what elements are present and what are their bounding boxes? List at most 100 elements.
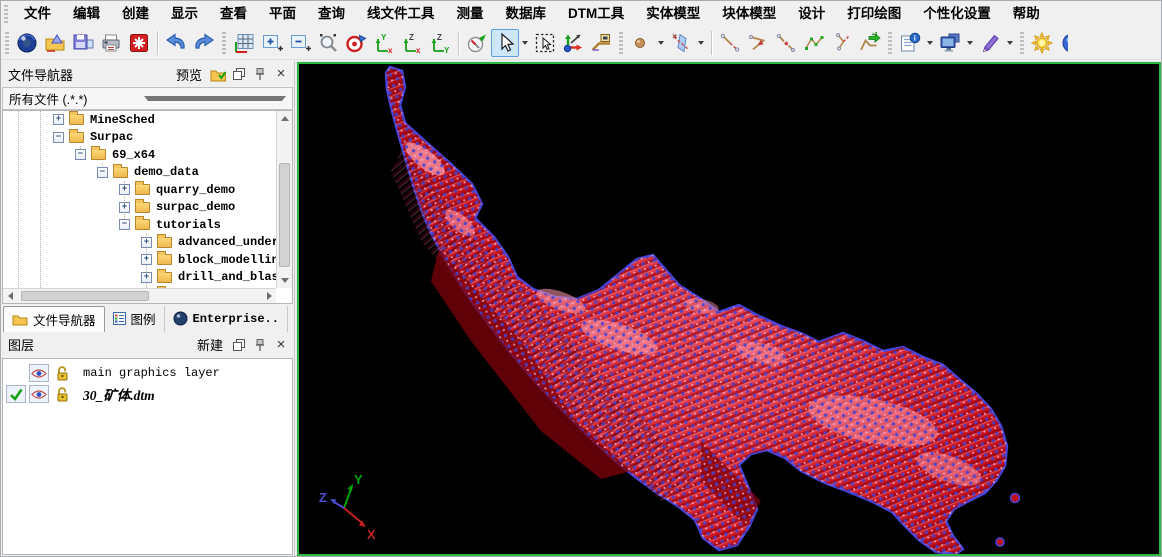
- axes-xy-icon[interactable]: Yx: [370, 29, 398, 57]
- toolbar-grip[interactable]: [1020, 32, 1024, 54]
- menu-design[interactable]: 设计: [787, 1, 836, 27]
- lighting-icon[interactable]: [1028, 29, 1056, 57]
- menu-block-model[interactable]: 块体模型: [711, 1, 787, 27]
- axes-zy-icon[interactable]: ZY: [426, 29, 454, 57]
- preview-folder-icon[interactable]: [209, 65, 227, 83]
- section-plane-dropdown-icon[interactable]: [698, 41, 704, 45]
- tree-item-advanced-underground[interactable]: advanced_underg: [3, 234, 292, 252]
- toolbar-grip[interactable]: [5, 32, 9, 54]
- string-points-icon[interactable]: [800, 29, 828, 57]
- tree-vertical-scrollbar[interactable]: [276, 111, 292, 288]
- expand-plus-icon[interactable]: [141, 254, 152, 265]
- tree-horizontal-scrollbar[interactable]: [3, 288, 276, 303]
- menu-create[interactable]: 创建: [111, 1, 160, 27]
- axes-zx-icon[interactable]: Zx: [398, 29, 426, 57]
- pin-panel-icon[interactable]: [251, 65, 269, 83]
- properties-icon[interactable]: i: [896, 29, 924, 57]
- rotate-view-icon[interactable]: [342, 29, 370, 57]
- redo-icon[interactable]: [190, 29, 218, 57]
- collapse-minus-icon[interactable]: [53, 132, 64, 143]
- scroll-down-icon[interactable]: [277, 274, 293, 288]
- dtm-model[interactable]: [386, 67, 1020, 554]
- tree-item-surpac[interactable]: Surpac: [3, 129, 292, 147]
- menu-display[interactable]: 显示: [160, 1, 209, 27]
- properties-dropdown-icon[interactable]: [927, 41, 933, 45]
- point-tool-dropdown-icon[interactable]: [658, 41, 664, 45]
- point-tool-icon[interactable]: [627, 29, 655, 57]
- menu-edit[interactable]: 编辑: [62, 1, 111, 27]
- zoom-out-icon[interactable]: [286, 29, 314, 57]
- collapse-minus-icon[interactable]: [75, 149, 86, 160]
- layer-row-30-orebody-dtm[interactable]: 30_矿体.dtm: [3, 384, 292, 405]
- open-graphics-icon[interactable]: [13, 29, 41, 57]
- edit-pencil-icon[interactable]: [976, 29, 1004, 57]
- menu-dtm-tools[interactable]: DTM工具: [557, 1, 635, 27]
- tab-file-navigator[interactable]: 文件导航器: [3, 306, 105, 332]
- file-filter-combobox[interactable]: 所有文件 (.*.*): [2, 87, 293, 110]
- visibility-eye-icon[interactable]: [29, 364, 49, 382]
- active-layer-checkbox[interactable]: [6, 364, 26, 382]
- lock-icon[interactable]: [52, 364, 72, 382]
- float-panel-icon[interactable]: [230, 65, 248, 83]
- undo-icon[interactable]: [162, 29, 190, 57]
- displays-dropdown-icon[interactable]: [967, 41, 973, 45]
- preview-label[interactable]: 预览: [176, 65, 202, 84]
- tree-item-tutorials[interactable]: tutorials: [3, 216, 292, 234]
- tab-enterprise[interactable]: Enterprise..: [165, 306, 288, 332]
- string-polygon-icon[interactable]: [744, 29, 772, 57]
- lock-icon[interactable]: [52, 385, 72, 403]
- menu-view[interactable]: 查看: [209, 1, 258, 27]
- tree-item-surpac-demo[interactable]: surpac_demo: [3, 199, 292, 217]
- menu-help[interactable]: 帮助: [1002, 1, 1051, 27]
- collapse-minus-icon[interactable]: [97, 167, 108, 178]
- new-layer-button[interactable]: 新建: [197, 335, 223, 354]
- collapse-minus-icon[interactable]: [119, 219, 130, 230]
- tree-item-quarry-demo[interactable]: quarry_demo: [3, 181, 292, 199]
- zoom-window-icon[interactable]: [314, 29, 342, 57]
- save-icon[interactable]: [69, 29, 97, 57]
- edit-pencil-dropdown-icon[interactable]: [1007, 41, 1013, 45]
- string-split-icon[interactable]: [828, 29, 856, 57]
- pin-panel-icon[interactable]: [251, 336, 269, 354]
- graphics-viewport[interactable]: Y X Z: [297, 62, 1161, 556]
- open-file-icon[interactable]: [41, 29, 69, 57]
- tree-item-minesched[interactable]: MineSched: [3, 111, 292, 129]
- menu-plotting[interactable]: 打印绘图: [836, 1, 912, 27]
- select-cursor-button[interactable]: [491, 29, 519, 57]
- menu-plane[interactable]: 平面: [258, 1, 307, 27]
- tree-item-demo-data[interactable]: demo_data: [3, 164, 292, 182]
- string-break-icon[interactable]: [772, 29, 800, 57]
- active-layer-check-icon[interactable]: [6, 385, 26, 403]
- menubar-grip[interactable]: [4, 5, 8, 23]
- move-3d-icon[interactable]: [559, 29, 587, 57]
- toolbar-grip[interactable]: [222, 32, 226, 54]
- menu-survey[interactable]: 测量: [446, 1, 495, 27]
- menu-database[interactable]: 数据库: [495, 1, 558, 27]
- menu-file[interactable]: 文件: [13, 1, 62, 27]
- tree-item-drill-and-blast[interactable]: drill_and_blast: [3, 269, 292, 287]
- section-plane-icon[interactable]: [667, 29, 695, 57]
- float-panel-icon[interactable]: [230, 336, 248, 354]
- scrollbar-thumb[interactable]: [21, 291, 149, 301]
- menu-customise[interactable]: 个性化设置: [912, 1, 1002, 27]
- select-cursor-dropdown-icon[interactable]: [522, 41, 528, 45]
- compass-rotate-icon[interactable]: [463, 29, 491, 57]
- menu-solids[interactable]: 实体模型: [635, 1, 711, 27]
- corner-view-icon[interactable]: [587, 29, 615, 57]
- render-sphere-icon[interactable]: [1056, 29, 1068, 57]
- toolbar-grip[interactable]: [619, 32, 623, 54]
- string-segment-icon[interactable]: [716, 29, 744, 57]
- scroll-right-icon[interactable]: [262, 288, 276, 303]
- print-icon[interactable]: [97, 29, 125, 57]
- string-append-icon[interactable]: +1: [856, 29, 884, 57]
- scroll-up-icon[interactable]: [277, 111, 293, 125]
- expand-plus-icon[interactable]: [119, 184, 130, 195]
- close-panel-icon[interactable]: ×: [272, 65, 290, 83]
- expand-plus-icon[interactable]: [141, 272, 152, 283]
- scroll-left-icon[interactable]: [3, 288, 17, 303]
- layer-row-main-graphics[interactable]: main graphics layer: [3, 363, 292, 384]
- expand-plus-icon[interactable]: [119, 202, 130, 213]
- displays-icon[interactable]: [936, 29, 964, 57]
- viewport-3d-canvas[interactable]: Y X Z: [299, 64, 1159, 554]
- expand-plus-icon[interactable]: [53, 114, 64, 125]
